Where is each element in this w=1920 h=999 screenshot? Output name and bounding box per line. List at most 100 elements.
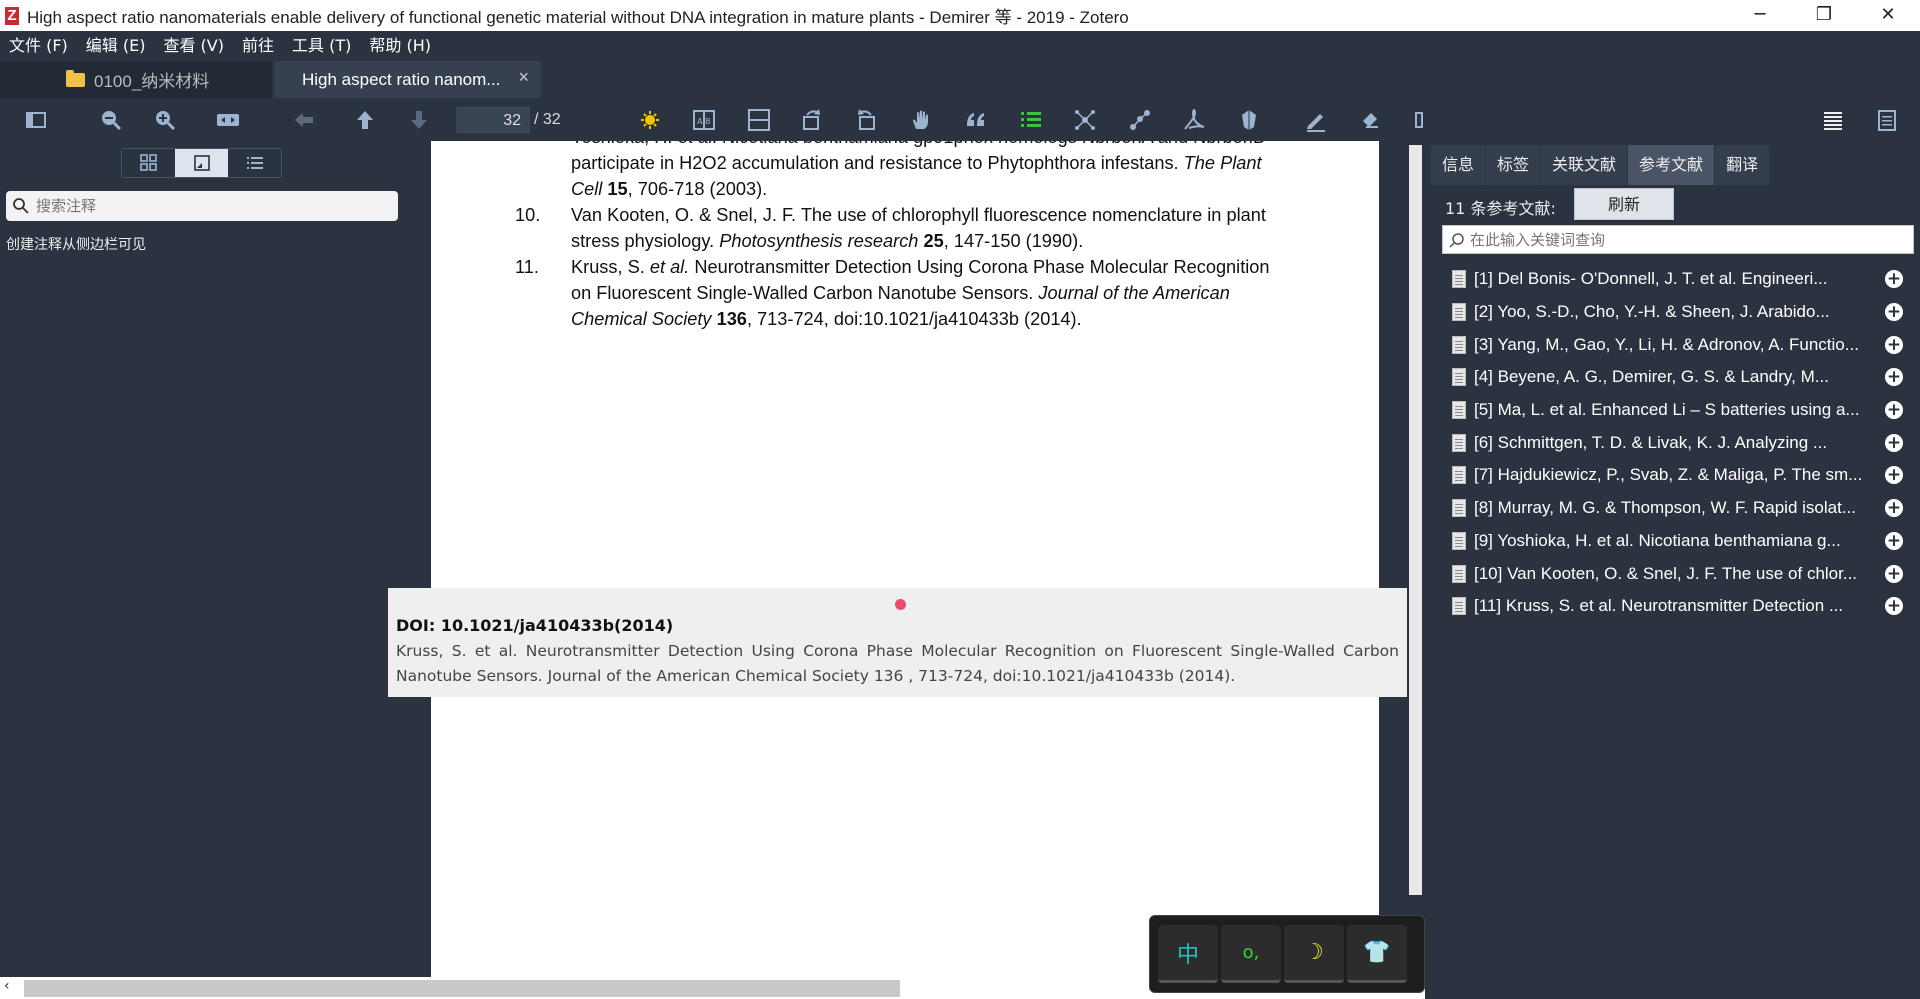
shirt-icon: 👕 [1363,940,1391,965]
eraser-icon[interactable] [1356,106,1384,134]
ime-skin-key[interactable]: 👕 [1347,925,1407,983]
thumbnails-view-button[interactable] [122,149,175,177]
add-reference-icon[interactable]: + [1885,466,1903,485]
hand-tool-icon[interactable] [907,106,935,134]
tab-library[interactable]: 0100_纳米材料 [0,61,272,98]
annotation-search [6,191,398,221]
outline-list-icon[interactable] [1017,106,1045,134]
add-reference-icon[interactable]: + [1885,335,1903,354]
reference-label[interactable]: [1] Del Bonis- O'Donnell, J. T. et al. E… [1474,269,1871,289]
share-nodes-icon[interactable] [1126,106,1154,134]
zoom-out-icon[interactable] [97,106,125,134]
reference-search-input[interactable] [1470,230,1890,249]
rotate-left-icon[interactable] [798,106,826,134]
rotate-right-icon[interactable] [852,106,880,134]
menu-edit[interactable]: 编辑 (E) [77,32,155,56]
reference-label[interactable]: [8] Murray, M. G. & Thompson, W. F. Rapi… [1474,498,1871,518]
split-horizontal-icon[interactable] [745,106,773,134]
reference-label[interactable]: [5] Ma, L. et al. Enhanced Li – S batter… [1474,400,1871,420]
menu-tools[interactable]: 工具 (T) [283,32,360,56]
menu-go[interactable]: 前往 [233,32,283,56]
tab-info[interactable]: 信息 [1431,145,1486,185]
add-reference-icon[interactable]: + [1885,368,1903,387]
outline-view-button[interactable] [228,149,281,177]
vertical-scrollbar[interactable] [1407,141,1425,977]
reference-row[interactable]: [8] Murray, M. G. & Thompson, W. F. Rapi… [1452,492,1912,525]
reference-label[interactable]: [2] Yoo, S.-D., Cho, Y.-H. & Sheen, J. A… [1474,302,1871,322]
tab-translate[interactable]: 翻译 [1715,145,1770,185]
minimize-button[interactable]: ─ [1728,0,1792,31]
tab-tags[interactable]: 标签 [1486,145,1541,185]
document-viewer[interactable]: Yoshioka, H. et al. Nicotiana benthamian… [431,141,1409,977]
split-vertical-icon[interactable]: A B [690,106,718,134]
add-reference-icon[interactable]: + [1885,597,1903,616]
tab-references[interactable]: 参考文献 [1628,145,1715,185]
tooltip-doi[interactable]: DOI: 10.1021/ja410433b(2014) [396,616,1399,635]
tab-reader[interactable]: High aspect ratio nanom... × [274,61,541,98]
back-arrow-icon[interactable] [290,106,318,134]
tab-bar: 0100_纳米材料 High aspect ratio nanom... × [0,57,1920,98]
close-tab-icon[interactable]: × [518,67,529,88]
annotations-view-button[interactable] [175,149,228,177]
reference-label[interactable]: [4] Beyene, A. G., Demirer, G. S. & Land… [1474,367,1871,387]
crystal-icon[interactable] [1235,106,1263,134]
refresh-button[interactable]: 刷新 [1574,188,1674,220]
quote-icon[interactable] [962,106,990,134]
vertical-scroll-thumb[interactable] [1409,145,1422,895]
toggle-sidebar-icon[interactable] [22,106,50,134]
add-reference-icon[interactable]: + [1885,499,1903,518]
horizontal-scroll-thumb[interactable] [24,980,900,997]
pdf-icon[interactable] [1180,106,1208,134]
network-graph-icon[interactable] [1071,106,1099,134]
reference-row[interactable]: [4] Beyene, A. G., Demirer, G. S. & Land… [1452,361,1912,394]
sun-icon[interactable] [636,106,664,134]
ime-chinese-mode-key[interactable]: 中 [1158,925,1218,983]
add-reference-icon[interactable]: + [1885,401,1903,420]
add-reference-icon[interactable]: + [1885,564,1903,583]
ime-punctuation-key[interactable]: o, [1221,925,1281,983]
reference-row[interactable]: [7] Hajdukiewicz, P., Svab, Z. & Maliga,… [1452,459,1912,492]
annotation-search-input[interactable] [36,197,376,215]
reference-row[interactable]: [9] Yoshioka, H. et al. Nicotiana bentha… [1452,525,1912,558]
menu-file[interactable]: 文件 (F) [0,32,77,56]
document-icon [1452,433,1466,452]
panel-toggle-icon[interactable] [1410,106,1438,134]
reference-label[interactable]: [6] Schmittgen, T. D. & Livak, K. J. Ana… [1474,433,1871,453]
reference-row[interactable]: [10] Van Kooten, O. & Snel, J. F. The us… [1452,557,1912,590]
add-reference-icon[interactable]: + [1885,270,1903,289]
reference-label[interactable]: [11] Kruss, S. et al. Neurotransmitter D… [1474,596,1871,616]
reference-line: Chemical Society 136, 713-724, doi:10.10… [571,309,1082,329]
reference-label[interactable]: [7] Hajdukiewicz, P., Svab, Z. & Maliga,… [1474,465,1871,485]
next-page-icon[interactable] [405,106,433,134]
notes-pane-icon[interactable] [1873,106,1901,134]
zoom-in-icon[interactable] [151,106,179,134]
highlighter-icon[interactable] [1302,106,1330,134]
add-reference-icon[interactable]: + [1885,531,1903,550]
reference-label[interactable]: [3] Yang, M., Gao, Y., Li, H. & Adronov,… [1474,335,1871,355]
fit-width-icon[interactable] [214,106,242,134]
reference-number: 10. [515,205,541,225]
close-window-button[interactable]: ✕ [1856,0,1920,31]
reference-row[interactable]: [1] Del Bonis- O'Donnell, J. T. et al. E… [1452,263,1912,296]
reference-row[interactable]: [6] Schmittgen, T. D. & Livak, K. J. Ana… [1452,426,1912,459]
add-reference-icon[interactable]: + [1885,303,1903,322]
reference-row[interactable]: [2] Yoo, S.-D., Cho, Y.-H. & Sheen, J. A… [1452,296,1912,329]
page-number-input[interactable]: 32 [456,107,530,133]
tab-related[interactable]: 关联文献 [1541,145,1628,185]
ime-moon-key[interactable]: ☽ [1284,925,1344,983]
reference-label[interactable]: [9] Yoshioka, H. et al. Nicotiana bentha… [1474,531,1871,551]
reference-label[interactable]: [10] Van Kooten, O. & Snel, J. F. The us… [1474,564,1871,584]
pdf-page[interactable]: Yoshioka, H. et al. Nicotiana benthamian… [431,141,1379,977]
scroll-left-arrow-icon[interactable]: ‹ [4,978,10,994]
menu-view[interactable]: 查看 (V) [154,32,233,56]
reference-list: [1] Del Bonis- O'Donnell, J. T. et al. E… [1452,263,1912,623]
reference-row[interactable]: [5] Ma, L. et al. Enhanced Li – S batter… [1452,394,1912,427]
reference-row[interactable]: [3] Yang, M., Gao, Y., Li, H. & Adronov,… [1452,328,1912,361]
menu-help[interactable]: 帮助 (H) [360,32,440,56]
window-title: High aspect ratio nanomaterials enable d… [27,8,1129,27]
add-reference-icon[interactable]: + [1885,433,1903,452]
maximize-button[interactable]: ❐ [1792,0,1856,31]
context-pane-icon[interactable] [1819,106,1847,134]
previous-page-icon[interactable] [351,106,379,134]
reference-row[interactable]: [11] Kruss, S. et al. Neurotransmitter D… [1452,590,1912,623]
